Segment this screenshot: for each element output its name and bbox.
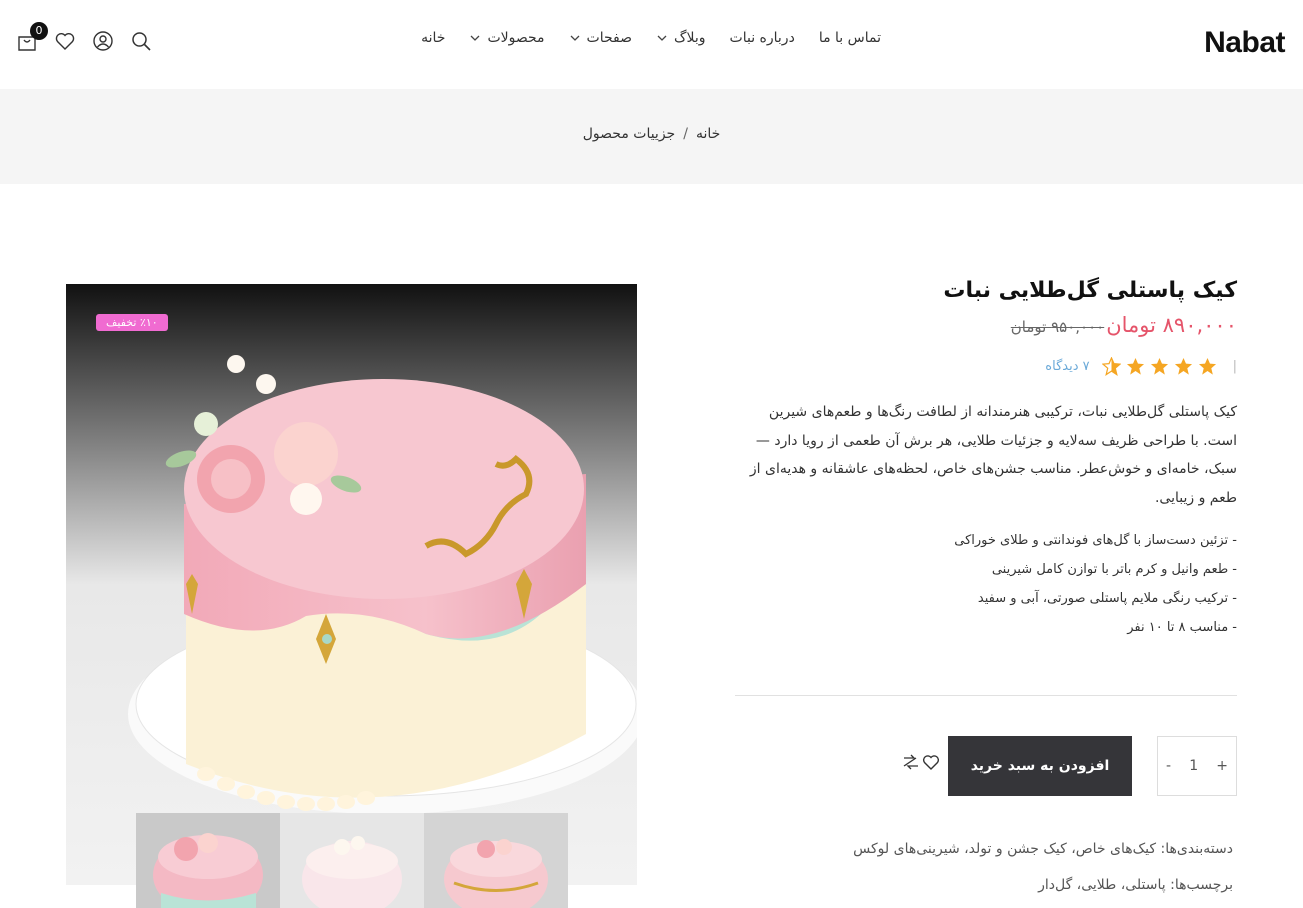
heart-icon <box>55 33 75 50</box>
compare-icon[interactable] <box>902 753 920 771</box>
search-icon <box>132 32 151 51</box>
thumbnail[interactable] <box>136 813 280 908</box>
product-title: کیک پاستلی گل‌طلایی نبات <box>943 278 1237 303</box>
product-actions <box>902 753 940 771</box>
user-icon <box>93 31 113 51</box>
product-meta: دسته‌بندی‌ها: کیک‌های خاص، کیک جشن و تول… <box>713 831 1233 903</box>
account-button[interactable] <box>92 30 114 52</box>
star-full-icon <box>1150 357 1168 375</box>
cart-button[interactable]: 0 <box>16 22 48 52</box>
breadcrumb-bar: خانه / جزییات محصول <box>0 89 1303 184</box>
star-half-icon <box>1101 357 1121 376</box>
tags-label: برچسب‌ها: <box>1170 877 1233 893</box>
nav-item-pages[interactable]: صفحات <box>569 30 632 46</box>
qty-value[interactable]: 1 <box>1189 758 1198 774</box>
list-item: - مناسب ۸ تا ۱۰ نفر <box>1127 620 1237 635</box>
thumbnail[interactable] <box>424 813 568 908</box>
rating-row: | ۷ دیدگاه <box>735 357 1237 376</box>
star-rating <box>1101 357 1217 376</box>
main-nav: خانه محصولات صفحات وبلاگ درباره نبات تما… <box>421 30 881 46</box>
star-full-icon <box>1174 357 1192 375</box>
breadcrumb-separator: / <box>683 126 688 142</box>
nav-label: صفحات <box>586 30 632 46</box>
thumbnail[interactable] <box>280 813 424 908</box>
product-main-image[interactable]: ٪۱۰ تخفیف <box>66 284 637 885</box>
breadcrumb: خانه / جزییات محصول <box>0 126 1303 142</box>
list-item: - ترکیب رنگی ملایم پاستلی صورتی، آبی و س… <box>977 591 1237 606</box>
cart-count-badge: 0 <box>30 22 48 40</box>
price-current: ۸۹۰,۰۰۰ تومان <box>1106 313 1237 337</box>
categories-links[interactable]: کیک‌های خاص، کیک جشن و تولد، شیرینی‌های … <box>853 841 1156 857</box>
star-full-icon <box>1126 357 1144 375</box>
price-row: ۸۹۰,۰۰۰ تومان۹۵۰,۰۰۰ تومان <box>735 313 1237 337</box>
nav-item-blog[interactable]: وبلاگ <box>656 30 706 46</box>
reviews-count[interactable]: ۷ دیدگاه <box>1045 359 1089 374</box>
nav-item-about[interactable]: درباره نبات <box>730 30 795 46</box>
add-to-cart-button[interactable]: افزودن به سبد خرید <box>948 736 1132 796</box>
divider <box>735 695 1237 696</box>
list-item: - طعم وانیل و کرم باتر با توازن کامل شیر… <box>991 562 1237 577</box>
search-button[interactable] <box>130 30 152 52</box>
nav-label: محصولات <box>487 30 545 46</box>
heart-icon[interactable] <box>922 753 940 771</box>
rating-divider: | <box>1232 359 1237 374</box>
thumbnail-strip <box>136 813 568 908</box>
chevron-down-icon <box>470 35 480 41</box>
categories-label: دسته‌بندی‌ها: <box>1160 841 1234 857</box>
nav-item-home[interactable]: خانه <box>421 30 445 46</box>
chevron-down-icon <box>657 35 667 41</box>
product-description: کیک پاستلی گل‌طلایی نبات، ترکیبی هنرمندا… <box>749 404 1237 506</box>
tags-row: برچسب‌ها: پاستلی، طلایی، گل‌دار <box>713 867 1233 903</box>
feature-list: - تزئین دست‌ساز با گل‌های فوندانتی و طلا… <box>735 526 1237 642</box>
wishlist-button[interactable] <box>54 30 76 52</box>
list-item: - تزئین دست‌ساز با گل‌های فوندانتی و طلا… <box>954 533 1237 548</box>
star-full-icon <box>1198 357 1216 375</box>
categories-row: دسته‌بندی‌ها: کیک‌های خاص، کیک جشن و تول… <box>713 831 1233 867</box>
qty-increase-button[interactable]: + <box>1216 758 1228 774</box>
nav-label: تماس با ما <box>818 30 881 46</box>
discount-badge: ٪۱۰ تخفیف <box>96 314 168 331</box>
nav-label: وبلاگ <box>673 30 706 46</box>
nav-label: درباره نبات <box>729 30 795 46</box>
product-info: کیک پاستلی گل‌طلایی نبات ۸۹۰,۰۰۰ تومان۹۵… <box>735 278 1237 642</box>
breadcrumb-current: جزییات محصول <box>582 126 676 142</box>
quantity-stepper: - 1 + <box>1157 736 1237 796</box>
nav-item-contact[interactable]: تماس با ما <box>819 30 881 46</box>
qty-decrease-button[interactable]: - <box>1166 758 1171 774</box>
price-old: ۹۵۰,۰۰۰ تومان <box>1010 318 1105 336</box>
header-icons: 0 <box>16 22 152 52</box>
breadcrumb-home[interactable]: خانه <box>696 126 720 142</box>
chevron-down-icon <box>570 35 579 41</box>
site-header: Nabat خانه محصولات صفحات وبلاگ درباره نب… <box>0 0 1303 89</box>
site-logo[interactable]: Nabat <box>1204 26 1285 60</box>
cake-image <box>66 284 637 885</box>
tags-links[interactable]: پاستلی، طلایی، گل‌دار <box>1038 877 1166 893</box>
nav-item-products[interactable]: محصولات <box>469 30 545 46</box>
nav-label: خانه <box>421 30 446 46</box>
